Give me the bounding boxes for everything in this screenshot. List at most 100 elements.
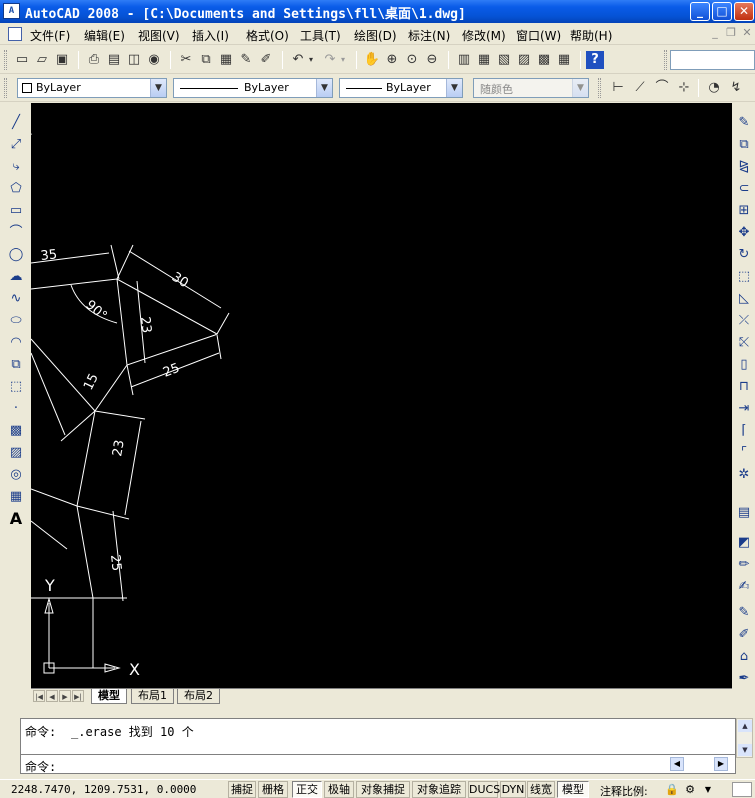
drawing-area[interactable]: 35 30 90° 23 25 15 23 25 Y X (31, 103, 732, 688)
blockeditor-icon[interactable]: ✐ (256, 50, 276, 70)
gradient-icon[interactable]: ▨ (6, 443, 26, 463)
command-input[interactable]: 命令: (20, 754, 736, 774)
extend-icon[interactable]: ⤪ (734, 333, 754, 353)
circle-icon[interactable]: ◯ (6, 245, 26, 265)
rectangle-icon[interactable]: ▭ (6, 201, 26, 221)
region-icon[interactable]: ◎ (6, 465, 26, 485)
arc-icon[interactable]: ⌒ (6, 223, 26, 243)
clean-screen-icon[interactable] (732, 782, 752, 797)
title-bar[interactable]: A AutoCAD 2008 - [C:\Documents and Setti… (0, 0, 755, 23)
otrack-toggle[interactable]: 对象追踪 (412, 781, 466, 798)
draworder-icon[interactable]: ◩ (734, 533, 754, 553)
array-icon[interactable]: ⊞ (734, 201, 754, 221)
line-icon[interactable]: ╱ (6, 113, 26, 133)
chevron-down-icon[interactable]: ▼ (446, 79, 462, 97)
undo-icon[interactable]: ↶ (288, 50, 308, 70)
polar-toggle[interactable]: 极轴 (324, 781, 354, 798)
markup-icon[interactable]: ▩ (534, 50, 554, 70)
autocad-app-icon[interactable]: A (3, 3, 20, 19)
block-attribute-icon[interactable]: ✐ (734, 625, 754, 645)
radius-dimension-icon[interactable]: ◔ (704, 78, 724, 98)
ducs-toggle[interactable]: DUCS (468, 781, 500, 798)
menu-draw[interactable]: 绘图(D) (354, 27, 397, 44)
scale-icon[interactable]: ⬚ (734, 267, 754, 287)
erase-icon[interactable]: ✎ (734, 113, 754, 133)
tab-layout1[interactable]: 布局1 (131, 689, 174, 704)
pan-icon[interactable]: ✋ (362, 50, 382, 70)
aligned-dimension-icon[interactable]: ⟋ (630, 78, 650, 98)
publish-icon[interactable]: ◫ (124, 50, 144, 70)
tab-layout2[interactable]: 布局2 (177, 689, 220, 704)
lineweight-toggle[interactable]: 线宽 (527, 781, 555, 798)
color-control[interactable]: ByLayer ▼ (17, 78, 167, 98)
linear-dimension-icon[interactable]: ⊢ (608, 78, 628, 98)
mdi-restore-button[interactable]: ❐ (724, 26, 738, 40)
open-icon[interactable]: ▱ (32, 50, 52, 70)
make-block-icon[interactable]: ⬚ (6, 377, 26, 397)
copy-object-icon[interactable]: ⧉ (734, 135, 754, 155)
menu-modify[interactable]: 修改(M) (462, 27, 506, 44)
stretch-icon[interactable]: ◺ (734, 289, 754, 309)
tag-icon[interactable]: ⌂ (734, 647, 754, 667)
last-layout-button[interactable]: ▶| (72, 690, 84, 702)
linetype-control[interactable]: ByLayer ▼ (173, 78, 333, 98)
first-layout-button[interactable]: |◀ (33, 690, 45, 702)
ellipse-icon[interactable]: ⬭ (6, 311, 26, 331)
scroll-down-icon[interactable]: ▼ (738, 744, 752, 756)
copy-icon[interactable]: ⧉ (196, 50, 216, 70)
matchprop-icon[interactable]: ✎ (236, 50, 256, 70)
coordinate-display[interactable]: 2248.7470, 1209.7531, 0.0000 (11, 783, 196, 796)
menu-window[interactable]: 窗口(W) (516, 27, 561, 44)
join-icon[interactable]: ⇥ (734, 399, 754, 419)
ellipse-arc-icon[interactable]: ◠ (6, 333, 26, 353)
scroll-left-icon[interactable]: ◀ (670, 757, 684, 771)
edit-text-icon[interactable]: ✍ (734, 577, 754, 597)
point-icon[interactable]: · (6, 399, 26, 419)
previous-layout-button[interactable]: ◀ (46, 690, 58, 702)
layer-icon[interactable]: ▤ (734, 503, 754, 523)
next-layout-button[interactable]: ▶ (59, 690, 71, 702)
ortho-toggle[interactable]: 正交 (292, 781, 322, 798)
spline-icon[interactable]: ∿ (6, 289, 26, 309)
command-scrollbar[interactable]: ▲ ▼ (736, 718, 753, 758)
maximize-button[interactable]: □ (712, 2, 732, 21)
break-point-icon[interactable]: ▯ (734, 355, 754, 375)
annotation-visibility-icon[interactable]: ⚙ (682, 782, 698, 797)
toolbar-grip[interactable] (664, 50, 667, 70)
jogged-dimension-icon[interactable]: ↯ (726, 78, 746, 98)
ordinate-dimension-icon[interactable]: ⊹ (674, 78, 694, 98)
mdi-close-button[interactable]: ✕ (740, 26, 754, 40)
redo-dropdown-icon[interactable]: ▾ (338, 50, 348, 70)
dyn-toggle[interactable]: DYN (500, 781, 526, 798)
chamfer-icon[interactable]: ⌈ (734, 421, 754, 441)
etransmit-icon[interactable]: ◉ (144, 50, 164, 70)
menu-edit[interactable]: 编辑(E) (84, 27, 125, 44)
close-button[interactable]: ✕ (734, 2, 754, 21)
insert-block-icon[interactable]: ⧉ (6, 355, 26, 375)
plot-icon[interactable]: ⎙ (84, 50, 104, 70)
menu-dimension[interactable]: 标注(N) (408, 27, 450, 44)
menu-help[interactable]: 帮助(H) (570, 27, 612, 44)
osnap-toggle[interactable]: 对象捕捉 (356, 781, 410, 798)
hatch-icon[interactable]: ▩ (6, 421, 26, 441)
designcenter-icon[interactable]: ▦ (474, 50, 494, 70)
fillet-icon[interactable]: ⌜ (734, 443, 754, 463)
zoom-previous-icon[interactable]: ⊖ (422, 50, 442, 70)
xline-icon[interactable]: ⤢ (6, 135, 26, 155)
undo-dropdown-icon[interactable]: ▾ (306, 50, 316, 70)
break-icon[interactable]: ⊓ (734, 377, 754, 397)
new-icon[interactable]: ▭ (12, 50, 32, 70)
zoom-window-icon[interactable]: ⊙ (402, 50, 422, 70)
preview-icon[interactable]: ▤ (104, 50, 124, 70)
chevron-down-icon[interactable]: ▼ (150, 79, 166, 97)
menu-format[interactable]: 格式(O) (246, 27, 289, 44)
cut-icon[interactable]: ✂ (176, 50, 196, 70)
sheetset-icon[interactable]: ▨ (514, 50, 534, 70)
table-icon[interactable]: ▦ (6, 487, 26, 507)
help-icon[interactable]: ? (586, 51, 604, 69)
attribute-edit-icon[interactable]: ✎ (734, 603, 754, 623)
menu-file[interactable]: 文件(F) (30, 27, 70, 44)
pencil-icon[interactable]: ✏ (734, 555, 754, 575)
menu-view[interactable]: 视图(V) (138, 27, 180, 44)
redo-icon[interactable]: ↷ (320, 50, 340, 70)
